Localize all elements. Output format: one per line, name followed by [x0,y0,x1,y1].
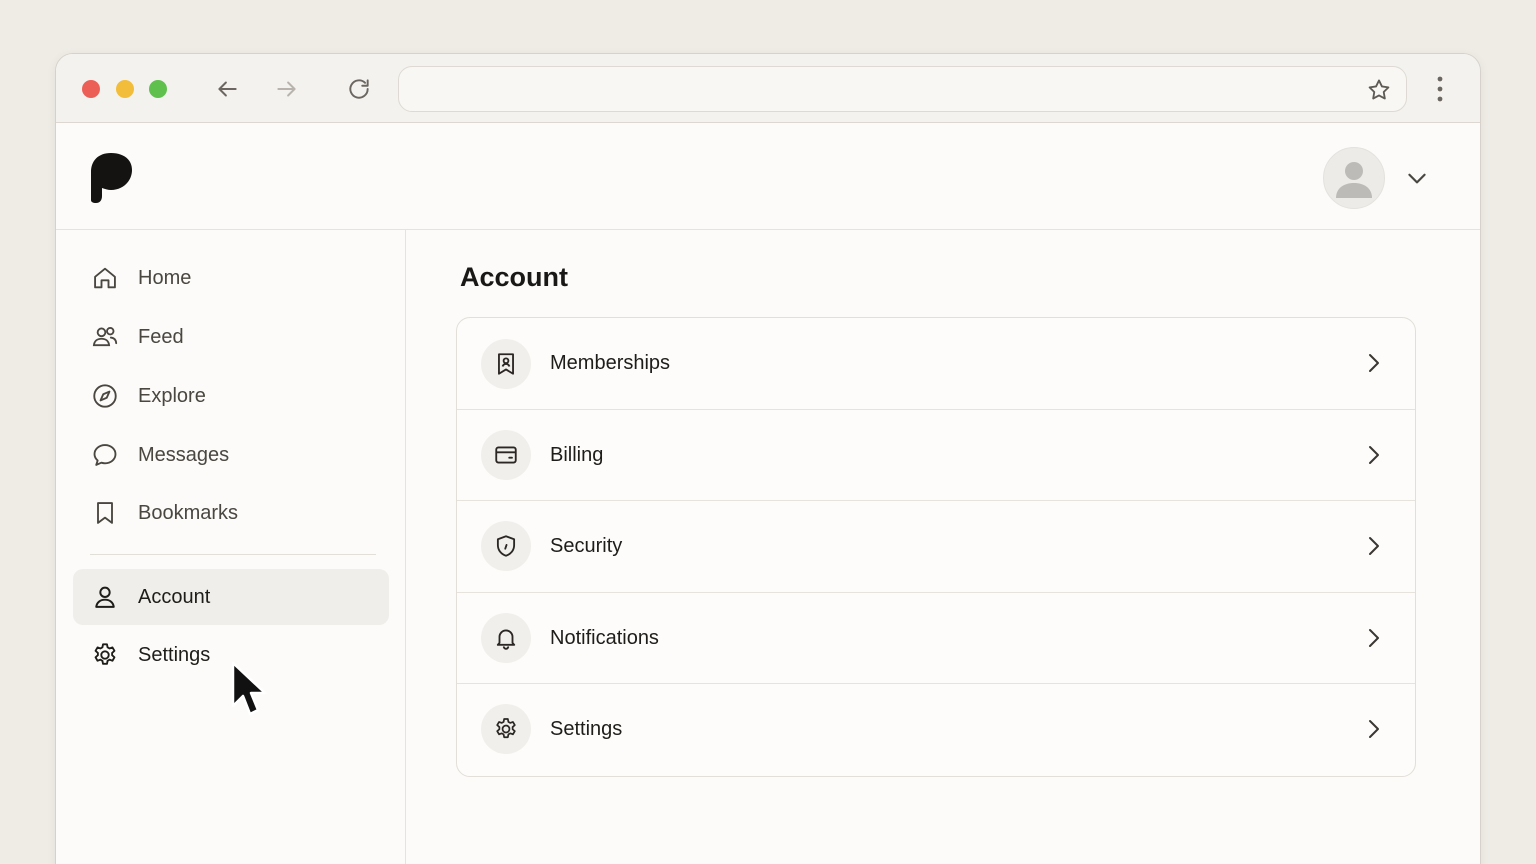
users-icon [92,326,118,347]
user-avatar[interactable] [1323,147,1385,209]
chevron-right-icon [1369,354,1379,372]
sidebar-item-bookmarks[interactable]: Bookmarks [73,485,389,541]
account-row-label: Notifications [550,626,659,649]
back-arrow-icon [218,81,237,97]
address-bar[interactable] [398,66,1407,112]
reload-icon [349,79,369,99]
chat-bubble-icon [93,444,117,466]
reload-button[interactable] [344,74,374,104]
account-options-card: Memberships Billing Security Notificatio… [456,317,1416,777]
browser-toolbar [56,54,1480,123]
window-maximize-button[interactable] [149,80,167,98]
chevron-right-icon [1369,629,1379,647]
chevron-right-icon [1369,720,1379,738]
sidebar-item-messages[interactable]: Messages [73,427,389,483]
sidebar-item-label: Home [138,266,192,289]
star-icon[interactable] [1366,77,1392,103]
back-button[interactable] [212,74,242,104]
bookmark-icon [97,502,113,524]
membership-badge-icon [498,352,514,375]
account-row-billing[interactable]: Billing [457,409,1415,500]
chevron-right-icon [1369,537,1379,555]
sidebar-item-home[interactable]: Home [73,250,389,306]
account-row-label: Security [550,534,623,557]
sidebar-item-label: Account [138,585,211,608]
user-avatar-icon [1336,162,1372,198]
sidebar-item-label: Bookmarks [138,501,239,524]
account-row-label: Settings [550,717,623,740]
page-title: Account [460,262,568,292]
credit-card-icon [495,446,517,464]
account-row-memberships[interactable]: Memberships [457,318,1415,409]
sidebar: Home Feed Explore Messages Bookmarks Acc… [56,230,406,864]
sidebar-item-label: Feed [138,325,184,348]
browser-window: Home Feed Explore Messages Bookmarks Acc… [55,53,1481,864]
account-row-label: Memberships [550,352,671,374]
window-close-button[interactable] [82,80,100,98]
app-header [56,123,1480,230]
sidebar-item-label: Settings [138,643,211,666]
sidebar-item-label: Explore [138,384,206,407]
forward-button[interactable] [272,74,302,104]
mouse-cursor-icon [231,661,267,716]
window-minimize-button[interactable] [116,80,134,98]
chevron-down-icon[interactable] [1404,167,1430,189]
chevron-right-icon [1369,446,1379,464]
sidebar-item-explore[interactable]: Explore [73,368,389,424]
compass-icon [93,384,117,408]
account-row-notifications[interactable]: Notifications [457,592,1415,683]
user-icon [95,586,115,608]
account-row-label: Billing [550,443,604,466]
sidebar-divider [90,554,376,555]
home-icon [94,267,116,289]
gear-icon [94,643,116,665]
sidebar-item-account[interactable]: Account [73,569,389,625]
patreon-logo-icon[interactable] [88,151,134,203]
sidebar-item-label: Messages [138,443,230,466]
browser-menu-button[interactable] [1428,74,1452,104]
account-row-settings[interactable]: Settings [457,683,1415,774]
sidebar-item-feed[interactable]: Feed [73,309,389,365]
more-vertical-icon [1437,76,1443,102]
main-content: Account Memberships Billing Security Not… [407,230,1480,864]
forward-arrow-icon [277,81,296,97]
gear-icon [496,718,516,739]
account-row-security[interactable]: Security [457,500,1415,591]
shield-icon [496,535,516,557]
bell-icon [496,629,516,650]
